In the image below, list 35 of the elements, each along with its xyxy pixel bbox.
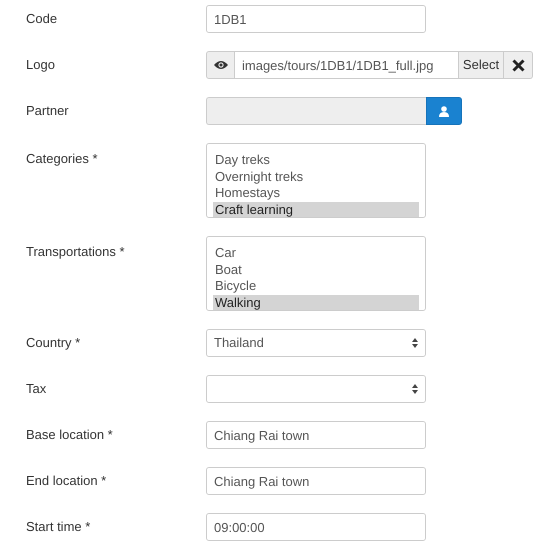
list-option[interactable]: Walking	[213, 294, 419, 310]
input-field[interactable]: Chiang Rai town	[206, 467, 426, 495]
field-label: Transportations *	[26, 243, 126, 261]
list-option[interactable]: Boat	[213, 262, 419, 278]
field-label: Partner	[26, 102, 70, 120]
input-field[interactable]: 09:00:00	[206, 513, 426, 541]
list-option[interactable]: Car	[213, 245, 419, 262]
list-box[interactable]: Day treks Overnight treks Homestays Craft learning	[206, 143, 426, 218]
list-box[interactable]: Car Boat Bicycle Walking	[206, 236, 426, 311]
sort-arrows-icon	[412, 338, 418, 348]
input-field[interactable]: Chiang Rai town	[206, 421, 426, 449]
field-label: Tax	[26, 380, 48, 398]
select-button[interactable]: Select	[459, 51, 504, 79]
close-icon	[512, 58, 524, 72]
clear-button[interactable]	[504, 51, 533, 79]
field-label: Start time *	[26, 518, 92, 536]
field-label: Categories *	[26, 150, 99, 168]
eye-icon	[214, 60, 228, 70]
field-label: Base location *	[26, 426, 114, 444]
field-label: End location *	[26, 472, 108, 490]
list-option[interactable]: Homestays	[213, 185, 419, 202]
field-label: Code	[26, 10, 58, 28]
list-option[interactable]: Bicycle	[213, 278, 419, 294]
input-field[interactable]: images/tours/1DB1/1DB1_full.jpg	[235, 51, 459, 79]
input-field[interactable]: 1DB1	[206, 5, 426, 33]
user-icon	[439, 106, 449, 116]
preview-button[interactable]	[206, 51, 235, 79]
list-option[interactable]: Overnight treks	[213, 168, 419, 185]
list-option[interactable]: Craft learning	[213, 202, 419, 217]
field-label: Logo	[26, 56, 56, 74]
select-dropdown[interactable]: Thailand	[206, 329, 426, 357]
sort-arrows-icon	[412, 384, 418, 394]
user-button[interactable]	[426, 97, 462, 125]
list-option[interactable]: Day treks	[213, 152, 419, 168]
field-label: Country *	[26, 334, 82, 352]
